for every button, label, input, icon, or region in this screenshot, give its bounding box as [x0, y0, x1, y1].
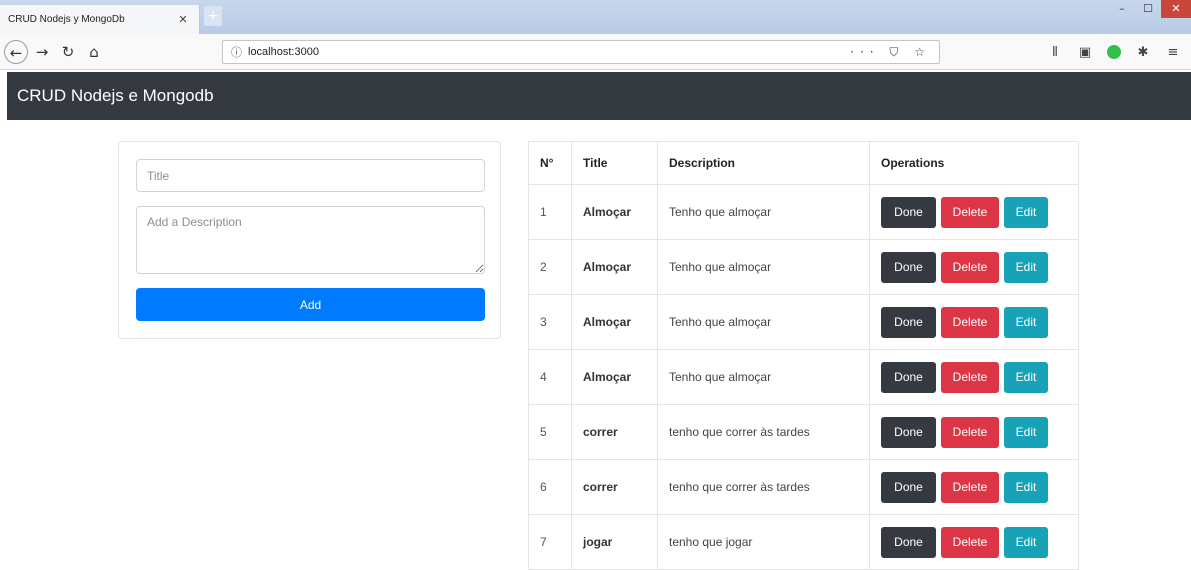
row-description: tenho que jogar	[657, 514, 870, 570]
delete-button[interactable]: Delete	[941, 416, 999, 448]
row-number: 1	[528, 184, 572, 240]
header-operations: Operations	[869, 141, 1079, 185]
row-title: Almoçar	[571, 294, 658, 350]
row-description: tenho que correr às tardes	[657, 404, 870, 460]
row-title: jogar	[571, 514, 658, 570]
edit-button[interactable]: Edit	[1004, 416, 1048, 448]
done-button[interactable]: Done	[881, 196, 936, 228]
row-number: 2	[528, 239, 572, 295]
forward-icon[interactable]: →	[30, 40, 54, 64]
row-title: correr	[571, 459, 658, 515]
window-close-icon[interactable]: ✕	[1161, 0, 1191, 18]
row-description: Tenho que almoçar	[657, 239, 870, 295]
add-button[interactable]: Add	[136, 288, 485, 321]
description-textarea[interactable]	[136, 206, 485, 274]
row-title: Almoçar	[571, 184, 658, 240]
minimize-icon[interactable]: –	[1109, 0, 1135, 18]
row-number: 7	[528, 514, 572, 570]
row-operations: Done Delete Edit	[869, 239, 1079, 295]
row-description: Tenho que almoçar	[657, 184, 870, 240]
browser-tabbar: CRUD Nodejs y MongoDb ✕ + – ☐ ✕	[0, 0, 1191, 34]
task-form-card: Add	[118, 141, 501, 339]
row-description: Tenho que almoçar	[657, 294, 870, 350]
row-number: 5	[528, 404, 572, 460]
tasks-table: N° Title Description Operations 1 Almoça…	[528, 141, 1079, 570]
row-operations: Done Delete Edit	[869, 294, 1079, 350]
done-button[interactable]: Done	[881, 251, 936, 283]
close-icon[interactable]: ✕	[175, 13, 191, 26]
tab-title: CRUD Nodejs y MongoDb	[8, 14, 125, 25]
row-title: correr	[571, 404, 658, 460]
done-button[interactable]: Done	[881, 471, 936, 503]
library-icon[interactable]: ⫴	[1047, 45, 1063, 60]
sidebar-icon[interactable]: ▣	[1077, 45, 1093, 60]
table-row: 1 Almoçar Tenho que almoçar Done Delete …	[528, 184, 1079, 240]
row-description: tenho que correr às tardes	[657, 459, 870, 515]
table-row: 3 Almoçar Tenho que almoçar Done Delete …	[528, 294, 1079, 350]
row-number: 3	[528, 294, 572, 350]
table-row: 7 jogar tenho que jogar Done Delete Edit	[528, 514, 1079, 570]
app-navbar: CRUD Nodejs e Mongodb	[7, 72, 1191, 120]
browser-tab[interactable]: CRUD Nodejs y MongoDb ✕	[0, 5, 200, 34]
table-row: 2 Almoçar Tenho que almoçar Done Delete …	[528, 239, 1079, 295]
info-icon[interactable]: ⓘ	[231, 44, 242, 60]
header-description: Description	[657, 141, 870, 185]
row-description: Tenho que almoçar	[657, 349, 870, 405]
reload-icon[interactable]: ↻	[56, 40, 80, 64]
maximize-icon[interactable]: ☐	[1135, 0, 1161, 18]
delete-button[interactable]: Delete	[941, 471, 999, 503]
table-row: 5 correr tenho que correr às tardes Done…	[528, 404, 1079, 460]
extension-green-icon[interactable]	[1107, 45, 1121, 59]
row-title: Almoçar	[571, 349, 658, 405]
table-row: 4 Almoçar Tenho que almoçar Done Delete …	[528, 349, 1079, 405]
delete-button[interactable]: Delete	[941, 361, 999, 393]
url-text[interactable]: localhost:3000	[248, 46, 850, 58]
edit-button[interactable]: Edit	[1004, 196, 1048, 228]
url-bar[interactable]: ⓘ localhost:3000 ··· ⛉ ☆	[222, 40, 940, 64]
done-button[interactable]: Done	[881, 306, 936, 338]
delete-button[interactable]: Delete	[941, 306, 999, 338]
edit-button[interactable]: Edit	[1004, 471, 1048, 503]
menu-icon[interactable]: ≡	[1165, 45, 1181, 60]
window-controls: – ☐ ✕	[1109, 0, 1191, 20]
header-number: N°	[528, 141, 572, 185]
table-row: 6 correr tenho que correr às tardes Done…	[528, 459, 1079, 515]
row-operations: Done Delete Edit	[869, 404, 1079, 460]
extension-icon[interactable]: ✱	[1135, 45, 1151, 60]
back-icon[interactable]: ←	[4, 39, 28, 64]
table-header-row: N° Title Description Operations	[528, 141, 1079, 185]
done-button[interactable]: Done	[881, 526, 936, 558]
row-operations: Done Delete Edit	[869, 349, 1079, 405]
edit-button[interactable]: Edit	[1004, 306, 1048, 338]
browser-toolbar: ← → ↻ ⌂ ⓘ localhost:3000 ··· ⛉ ☆ ⫴ ▣ ✱ ≡	[0, 34, 1191, 70]
home-icon[interactable]: ⌂	[82, 40, 106, 64]
edit-button[interactable]: Edit	[1004, 251, 1048, 283]
delete-button[interactable]: Delete	[941, 196, 999, 228]
edit-button[interactable]: Edit	[1004, 361, 1048, 393]
row-title: Almoçar	[571, 239, 658, 295]
done-button[interactable]: Done	[881, 361, 936, 393]
row-operations: Done Delete Edit	[869, 459, 1079, 515]
new-tab-button[interactable]: +	[204, 6, 222, 26]
toolbar-right: ⫴ ▣ ✱ ≡	[1047, 40, 1181, 64]
delete-button[interactable]: Delete	[941, 251, 999, 283]
title-input[interactable]	[136, 159, 485, 192]
row-operations: Done Delete Edit	[869, 514, 1079, 570]
done-button[interactable]: Done	[881, 416, 936, 448]
row-number: 4	[528, 349, 572, 405]
delete-button[interactable]: Delete	[941, 526, 999, 558]
header-title: Title	[571, 141, 658, 185]
row-number: 6	[528, 459, 572, 515]
navbar-brand[interactable]: CRUD Nodejs e Mongodb	[17, 86, 214, 106]
page-actions-icons[interactable]: ··· ⛉ ☆	[850, 45, 931, 60]
edit-button[interactable]: Edit	[1004, 526, 1048, 558]
row-operations: Done Delete Edit	[869, 184, 1079, 240]
